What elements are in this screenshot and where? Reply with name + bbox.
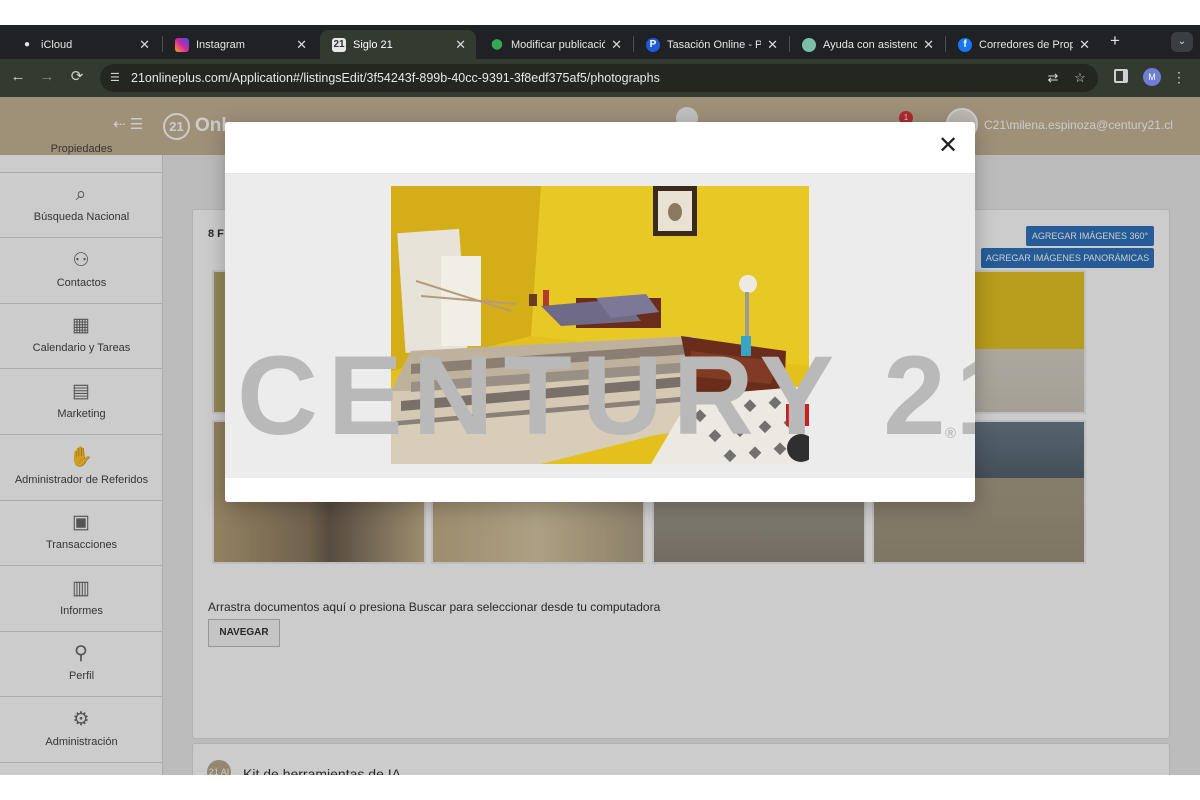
modal-footer [225, 478, 975, 502]
registered-mark: ® [945, 425, 957, 442]
url-text[interactable]: 21onlineplus.com/Application#/listingsEd… [131, 71, 660, 85]
tab-title: Corredores de Propi [979, 38, 1074, 51]
bookmark-star-icon[interactable]: ☆ [1071, 69, 1089, 87]
modal-close-button[interactable]: ✕ [933, 131, 963, 161]
side-panel-icon[interactable] [1114, 69, 1128, 83]
tab-title: Modificar publicació [511, 38, 606, 51]
tab-title: Ayuda con asistenci [823, 38, 918, 51]
siglo21-icon: 21 [332, 37, 346, 52]
tab-siglo21[interactable]: 21 Siglo 21 ✕ [320, 30, 476, 59]
new-tab-button[interactable]: + [1106, 30, 1124, 54]
tab-close-icon[interactable]: ✕ [923, 37, 934, 53]
century21-watermark: CENTURY 21 ® [237, 340, 975, 452]
tab-instagram[interactable]: Instagram ✕ [163, 30, 317, 59]
browser-toolbar: ← → ⟳ ☰ 21onlineplus.com/Application#/li… [0, 59, 1200, 97]
address-bar[interactable]: ☰ 21onlineplus.com/Application#/listings… [100, 64, 1098, 92]
site-settings-icon[interactable]: ☰ [110, 70, 124, 86]
tab-search-chevron-icon[interactable]: ⌄ [1171, 32, 1193, 52]
modal-body: CENTURY 21 ® [225, 174, 975, 478]
screen: ● iCloud ✕ Instagram ✕ 21 Siglo 21 ✕ ⬤ M… [0, 25, 1200, 775]
tab-close-icon[interactable]: ✕ [1079, 37, 1090, 53]
tab-title: Tasación Online - Pr [667, 38, 762, 51]
modal-header: ✕ [225, 122, 975, 174]
tab-close-icon[interactable]: ✕ [455, 37, 466, 53]
tab-corredores[interactable]: f Corredores de Propi ✕ [946, 30, 1100, 59]
tasacion-icon: P [646, 37, 660, 52]
browser-menu-icon[interactable]: ⋮ [1172, 68, 1186, 86]
apple-icon: ● [23, 39, 31, 50]
chatgpt-icon [802, 37, 816, 52]
tab-close-icon[interactable]: ✕ [767, 37, 778, 53]
tab-ayuda[interactable]: Ayuda con asistenci ✕ [790, 30, 944, 59]
maps-pin-icon: ⬤ [491, 39, 503, 50]
profile-avatar[interactable]: M [1143, 68, 1161, 86]
tab-close-icon[interactable]: ✕ [296, 37, 307, 53]
tab-modificar[interactable]: ⬤ Modificar publicació ✕ [478, 30, 632, 59]
tab-title: Instagram [196, 38, 245, 51]
facebook-icon: f [958, 37, 972, 52]
photo-preview-modal: ✕ CENTURY 21 ® [225, 122, 975, 502]
tab-title: iCloud [41, 38, 73, 51]
translate-icon[interactable]: ⇄ [1044, 69, 1062, 87]
browser-tab-strip: ● iCloud ✕ Instagram ✕ 21 Siglo 21 ✕ ⬤ M… [0, 25, 1200, 59]
back-arrow-icon[interactable]: ← [9, 68, 27, 86]
instagram-icon [175, 37, 189, 52]
tab-tasacion[interactable]: P Tasación Online - Pr ✕ [634, 30, 788, 59]
tab-icloud[interactable]: ● iCloud ✕ [8, 30, 160, 59]
watermark-text: CENTURY 21 [237, 333, 975, 458]
reload-icon[interactable]: ⟳ [68, 68, 86, 86]
tab-close-icon[interactable]: ✕ [611, 37, 622, 53]
tab-close-icon[interactable]: ✕ [139, 37, 150, 53]
tab-title: Siglo 21 [353, 38, 393, 51]
forward-arrow-icon[interactable]: → [38, 68, 56, 86]
